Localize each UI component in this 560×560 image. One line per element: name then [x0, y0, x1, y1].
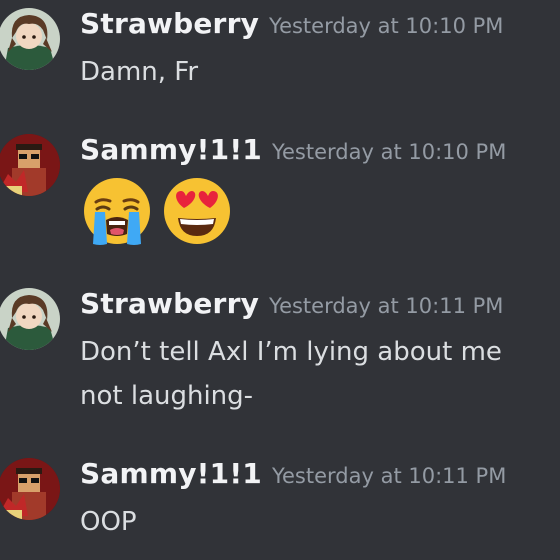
sammy-avatar[interactable] [0, 458, 60, 520]
message-text: OOP [80, 507, 137, 537]
message-group: Strawberry Yesterday at 10:10 PM Damn, Fr [0, 4, 560, 94]
message-header: Sammy!1!1 Yesterday at 10:10 PM [80, 130, 506, 170]
smiling-face-with-heart-eyes-emoji [164, 178, 230, 244]
message-header: Sammy!1!1 Yesterday at 10:11 PM [80, 454, 506, 494]
timestamp[interactable]: Yesterday at 10:11 PM [269, 294, 503, 318]
message-group: Strawberry Yesterday at 10:11 PM Don’t te… [0, 284, 560, 424]
username[interactable]: Strawberry [80, 7, 259, 40]
message-text: Damn, Fr [80, 57, 199, 87]
emoji-row [80, 174, 234, 248]
message-group: Sammy!1!1 Yesterday at 10:10 PM [0, 130, 560, 250]
message-header: Strawberry Yesterday at 10:11 PM [80, 284, 503, 324]
chat-message-list: Strawberry Yesterday at 10:10 PM Damn, Fr… [0, 0, 560, 560]
strawberry-avatar[interactable] [0, 8, 60, 70]
strawberry-avatar[interactable] [0, 288, 60, 350]
sammy-avatar[interactable] [0, 134, 60, 196]
timestamp[interactable]: Yesterday at 10:10 PM [272, 140, 506, 164]
message-text: Don’t tell Axl I’m lying about me not la… [80, 337, 502, 411]
loudly-crying-face-emoji [84, 178, 150, 245]
username[interactable]: Sammy!1!1 [80, 457, 262, 490]
timestamp[interactable]: Yesterday at 10:10 PM [269, 14, 503, 38]
message-header: Strawberry Yesterday at 10:10 PM [80, 4, 503, 44]
username[interactable]: Sammy!1!1 [80, 133, 262, 166]
username[interactable]: Strawberry [80, 287, 259, 320]
message-group: Sammy!1!1 Yesterday at 10:11 PM OOP [0, 454, 560, 554]
timestamp[interactable]: Yesterday at 10:11 PM [272, 464, 506, 488]
